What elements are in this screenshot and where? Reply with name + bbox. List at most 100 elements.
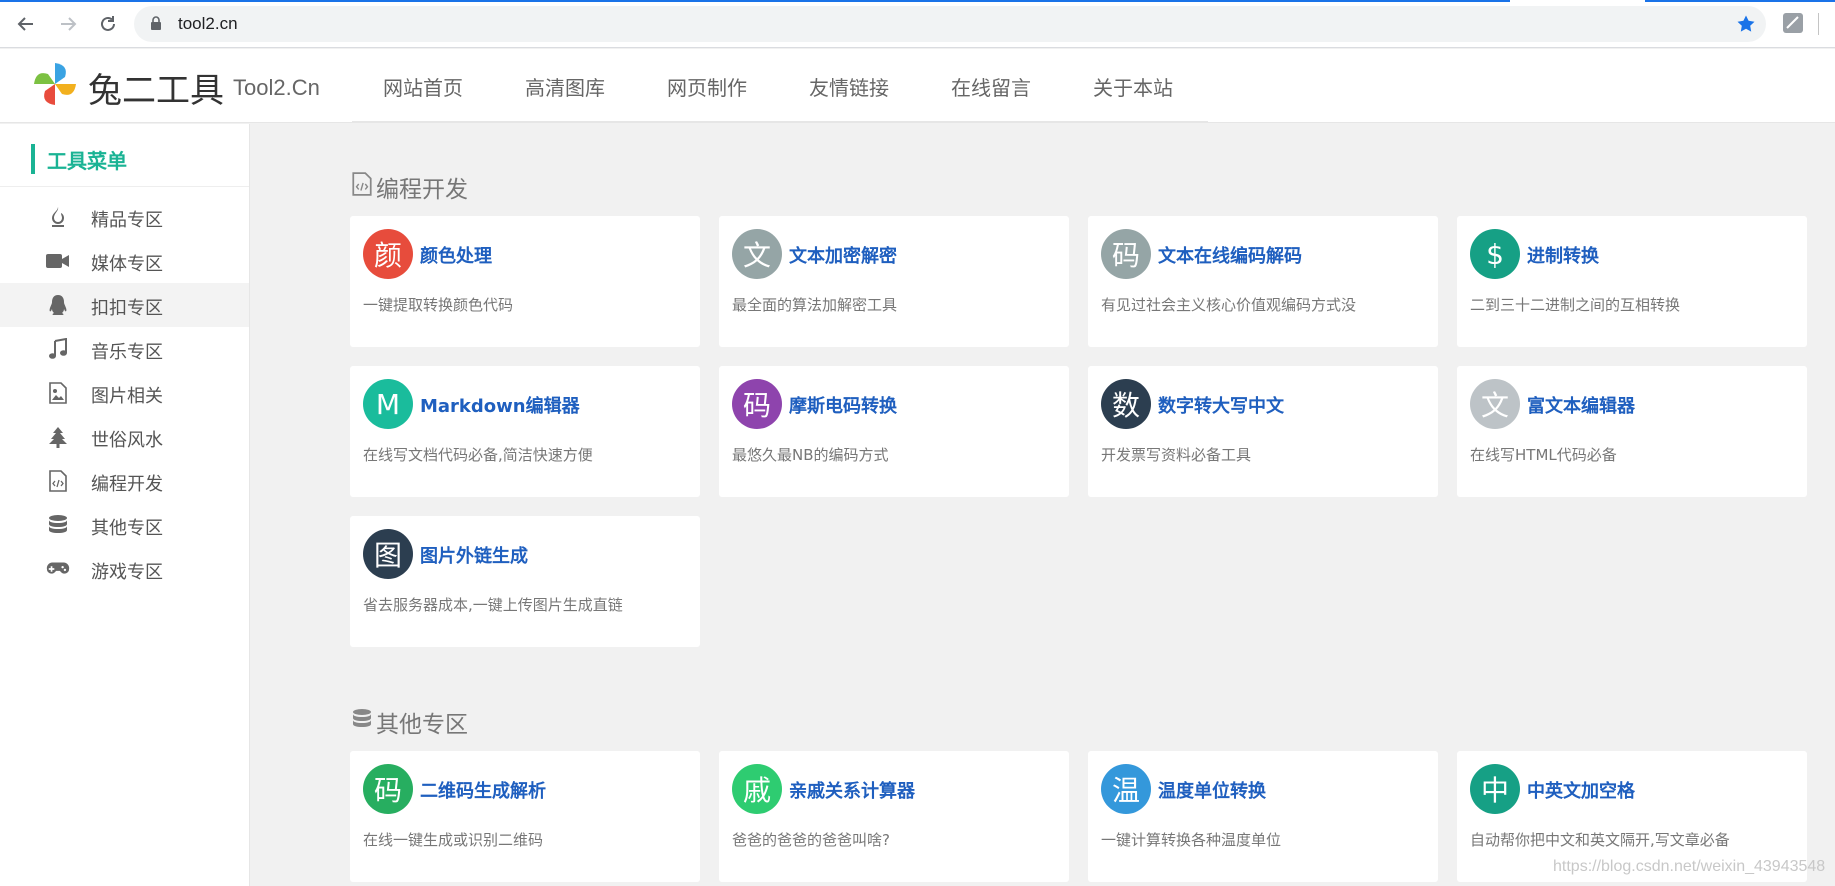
- loading-progress-bar: [0, 0, 1510, 2]
- top-nav: 网站首页 高清图库 网页制作 友情链接 在线留言 关于本站: [352, 49, 1208, 123]
- database-icon: [46, 513, 70, 537]
- sidebar-item-label: 编程开发: [91, 474, 163, 495]
- tool-description: 开发票写资料必备工具: [1101, 446, 1252, 464]
- qq-penguin-icon: [46, 293, 70, 317]
- sidebar-item-label: 媒体专区: [91, 254, 163, 275]
- sidebar-item-media[interactable]: 媒体专区: [0, 239, 249, 283]
- sidebar-header: 工具菜单: [0, 124, 249, 187]
- sidebar-item-music[interactable]: 音乐专区: [0, 327, 249, 371]
- toolbar-divider: [1818, 13, 1819, 35]
- tool-avatar: 颜: [363, 229, 413, 279]
- database-icon: [352, 707, 376, 737]
- tool-title[interactable]: 温度单位转换: [1158, 777, 1266, 803]
- nav-links[interactable]: 友情链接: [778, 49, 920, 123]
- tool-description: 省去服务器成本,一键上传图片生成直链: [363, 596, 623, 614]
- sidebar-item-label: 精品专区: [91, 210, 163, 231]
- lock-icon: [150, 16, 162, 35]
- sidebar-item-fengshui[interactable]: 世俗风水: [0, 415, 249, 459]
- nav-webmaking[interactable]: 网页制作: [636, 49, 778, 123]
- tool-card[interactable]: 图 图片外链生成 省去服务器成本,一键上传图片生成直链: [350, 516, 700, 647]
- tool-description: 在线一键生成或识别二维码: [363, 831, 544, 849]
- forward-arrow-icon[interactable]: [56, 12, 80, 36]
- tool-card[interactable]: 温 温度单位转换 一键计算转换各种温度单位: [1088, 751, 1438, 882]
- tool-title[interactable]: 颜色处理: [420, 242, 492, 268]
- sidebar-item-label: 其他专区: [91, 518, 163, 539]
- extension-icon[interactable]: [1782, 12, 1806, 36]
- tool-description: 在线写文档代码必备,简洁快速方便: [363, 446, 593, 464]
- nav-guestbook[interactable]: 在线留言: [920, 49, 1062, 123]
- reload-icon[interactable]: [96, 12, 120, 36]
- tool-title[interactable]: Markdown编辑器: [420, 392, 580, 418]
- sidebar-item-games[interactable]: 游戏专区: [0, 547, 249, 591]
- tool-card[interactable]: M Markdown编辑器 在线写文档代码必备,简洁快速方便: [350, 366, 700, 497]
- back-arrow-icon[interactable]: [14, 12, 38, 36]
- nav-gallery[interactable]: 高清图库: [494, 49, 636, 123]
- sidebar-item-featured[interactable]: 精品专区: [0, 195, 249, 239]
- loading-progress-bar-tail: [1645, 0, 1835, 2]
- site-brand-subtitle: Tool2.Cn: [233, 75, 320, 100]
- tool-avatar: 数: [1101, 379, 1151, 429]
- tool-title[interactable]: 图片外链生成: [420, 542, 528, 568]
- section-title-text: 编程开发: [376, 177, 468, 203]
- bookmark-star-icon[interactable]: [1736, 14, 1756, 38]
- tool-description: 一键提取转换颜色代码: [363, 296, 514, 314]
- tool-title[interactable]: 二维码生成解析: [420, 777, 546, 803]
- browser-toolbar: tool2.cn: [0, 0, 1835, 48]
- tool-description: 最全面的算法加解密工具: [732, 296, 898, 314]
- watermark: https://blog.csdn.net/weixin_43943548: [1553, 858, 1826, 875]
- tool-description: 最悠久最NB的编码方式: [732, 446, 889, 464]
- tool-description: 在线写HTML代码必备: [1470, 446, 1617, 464]
- tool-avatar: 文: [1470, 379, 1520, 429]
- tool-card[interactable]: 码 摩斯电码转换 最悠久最NB的编码方式: [719, 366, 1069, 497]
- tool-avatar: 码: [1101, 229, 1151, 279]
- tool-avatar: 文: [732, 229, 782, 279]
- sidebar-item-images[interactable]: 图片相关: [0, 371, 249, 415]
- tool-card[interactable]: 颜 颜色处理 一键提取转换颜色代码: [350, 216, 700, 347]
- sidebar-item-qq[interactable]: 扣扣专区: [0, 283, 249, 327]
- tool-title[interactable]: 摩斯电码转换: [789, 392, 897, 418]
- tool-avatar: M: [363, 379, 413, 429]
- url-text: tool2.cn: [178, 14, 238, 33]
- tool-card[interactable]: $ 进制转换 二到三十二进制之间的互相转换: [1457, 216, 1807, 347]
- site-brand[interactable]: 兔二工具: [88, 63, 224, 112]
- section-title-text: 其他专区: [376, 712, 468, 738]
- tool-card[interactable]: 数 数字转大写中文 开发票写资料必备工具: [1088, 366, 1438, 497]
- tool-title[interactable]: 数字转大写中文: [1158, 392, 1284, 418]
- tool-description: 自动帮你把中文和英文隔开,写文章必备: [1470, 831, 1730, 849]
- tool-card[interactable]: 戚 亲戚关系计算器 爸爸的爸爸的爸爸叫啥?: [719, 751, 1069, 882]
- tool-card[interactable]: 文 富文本编辑器 在线写HTML代码必备: [1457, 366, 1807, 497]
- sidebar-title-accent: [31, 144, 35, 174]
- pinwheel-logo-icon[interactable]: [32, 61, 78, 107]
- sidebar-title: 工具菜单: [47, 149, 127, 173]
- tool-card[interactable]: 码 二维码生成解析 在线一键生成或识别二维码: [350, 751, 700, 882]
- tool-title[interactable]: 文本在线编码解码: [1158, 242, 1302, 268]
- tool-description: 二到三十二进制之间的互相转换: [1470, 296, 1681, 314]
- code-file-icon: [46, 469, 70, 493]
- nav-about[interactable]: 关于本站: [1062, 49, 1204, 123]
- address-bar[interactable]: tool2.cn: [134, 6, 1766, 42]
- sidebar-item-label: 游戏专区: [91, 562, 163, 583]
- tool-title[interactable]: 中英文加空格: [1527, 777, 1635, 803]
- tool-description: 爸爸的爸爸的爸爸叫啥?: [732, 831, 890, 849]
- tool-avatar: $: [1470, 229, 1520, 279]
- sidebar-item-label: 图片相关: [91, 386, 163, 407]
- tree-icon: [46, 425, 70, 449]
- sidebar-item-label: 世俗风水: [91, 430, 163, 451]
- sidebar-item-label: 音乐专区: [91, 342, 163, 363]
- tool-title[interactable]: 进制转换: [1527, 242, 1599, 268]
- tool-card[interactable]: 码 文本在线编码解码 有见过社会主义核心价值观编码方式没: [1088, 216, 1438, 347]
- tool-card[interactable]: 文 文本加密解密 最全面的算法加解密工具: [719, 216, 1069, 347]
- section-title-programming: 编程开发: [352, 170, 468, 204]
- tool-title[interactable]: 亲戚关系计算器: [789, 777, 915, 803]
- nav-home[interactable]: 网站首页: [352, 49, 494, 123]
- tool-avatar: 戚: [732, 764, 782, 814]
- tool-description: 一键计算转换各种温度单位: [1101, 831, 1282, 849]
- sidebar-item-programming[interactable]: 编程开发: [0, 459, 249, 503]
- tool-avatar: 温: [1101, 764, 1151, 814]
- tool-title[interactable]: 富文本编辑器: [1527, 392, 1635, 418]
- tool-title[interactable]: 文本加密解密: [789, 242, 897, 268]
- fire-icon: [46, 205, 70, 229]
- gamepad-icon: [46, 557, 70, 581]
- image-file-icon: [46, 381, 70, 405]
- sidebar-item-other[interactable]: 其他专区: [0, 503, 249, 547]
